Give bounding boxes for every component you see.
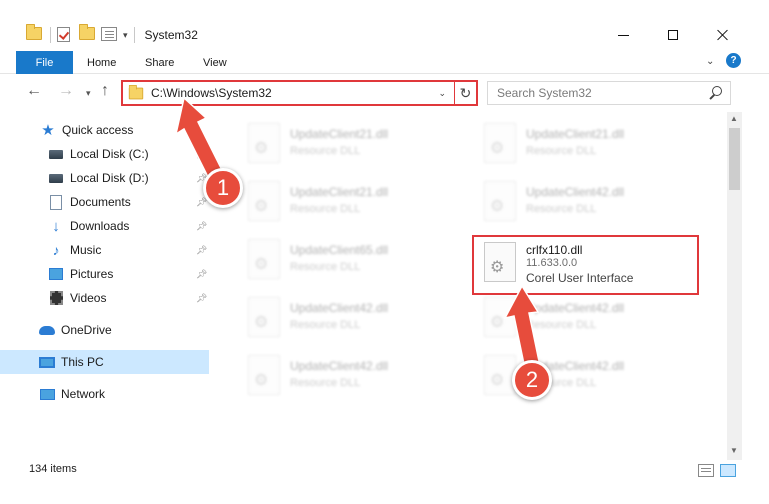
step-1-badge: 1 [203, 168, 243, 208]
annotation-overlay [174, 96, 541, 370]
step-2-badge: 2 [512, 360, 552, 400]
arrow-2-icon [503, 284, 541, 370]
